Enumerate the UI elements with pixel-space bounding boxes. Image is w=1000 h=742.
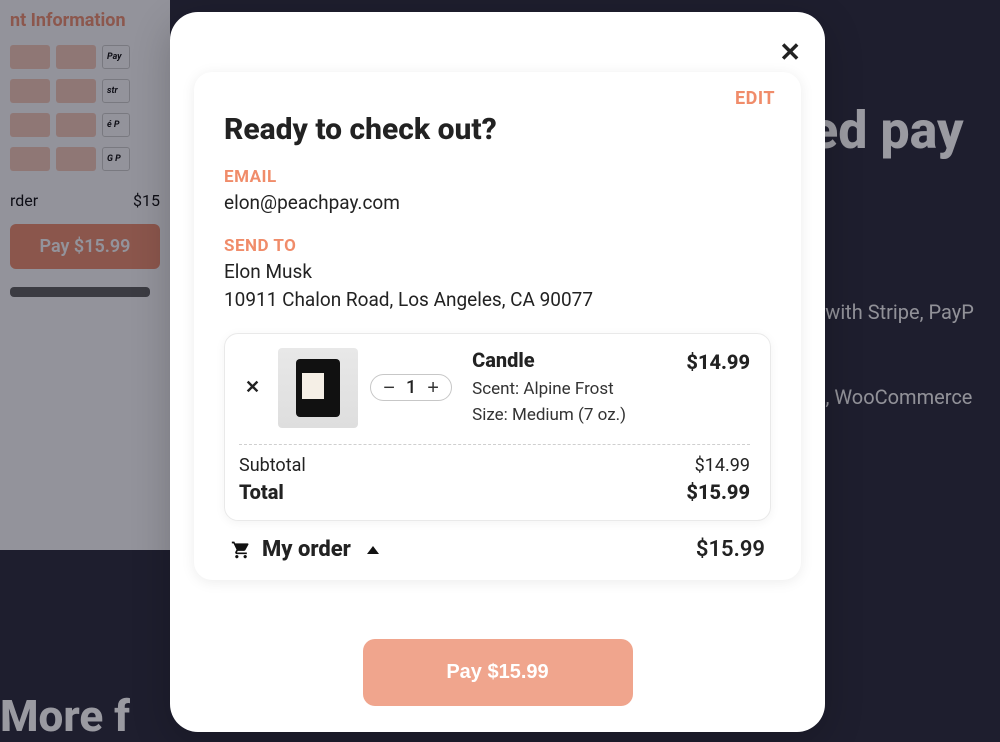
item-scent: Scent: Alpine Frost bbox=[472, 376, 674, 402]
divider bbox=[239, 444, 750, 445]
total-label: Total bbox=[239, 480, 284, 504]
subtotal-value: $14.99 bbox=[695, 455, 750, 476]
close-icon[interactable]: ✕ bbox=[779, 40, 801, 66]
remove-item-icon[interactable]: ✕ bbox=[239, 371, 266, 404]
subtotal-row: Subtotal $14.99 bbox=[239, 453, 750, 478]
line-item: ✕ − 1 + Candle Scent: Alpine Frost Size:… bbox=[239, 348, 750, 441]
total-row: Total $15.99 bbox=[239, 478, 750, 506]
order-toggle-label: My order bbox=[262, 537, 351, 562]
quantity-stepper: − 1 + bbox=[370, 374, 452, 401]
chevron-up-icon bbox=[367, 546, 379, 554]
checkout-modal: ✕ EDIT Ready to check out? EMAIL elon@pe… bbox=[170, 12, 825, 732]
subtotal-label: Subtotal bbox=[239, 455, 306, 476]
sendto-value: Elon Musk 10911 Chalon Road, Los Angeles… bbox=[224, 258, 771, 315]
qty-value: 1 bbox=[405, 377, 417, 398]
checkout-title: Ready to check out? bbox=[224, 112, 771, 147]
cart-icon bbox=[230, 540, 252, 560]
order-toggle-total: $15.99 bbox=[696, 537, 765, 562]
checkout-card: EDIT Ready to check out? EMAIL elon@peac… bbox=[194, 72, 801, 580]
email-value: elon@peachpay.com bbox=[224, 189, 771, 218]
sendto-address: 10911 Chalon Road, Los Angeles, CA 90077 bbox=[224, 286, 771, 315]
item-meta: Candle Scent: Alpine Frost Size: Medium … bbox=[464, 348, 674, 429]
item-thumbnail bbox=[278, 348, 358, 428]
pay-button[interactable]: Pay $15.99 bbox=[363, 639, 633, 706]
qty-plus-button[interactable]: + bbox=[423, 378, 443, 398]
qty-minus-button[interactable]: − bbox=[379, 378, 399, 398]
sendto-label: SEND TO bbox=[224, 236, 771, 256]
item-name: Candle bbox=[472, 348, 674, 372]
item-price: $14.99 bbox=[686, 350, 750, 374]
email-label: EMAIL bbox=[224, 167, 771, 187]
order-toggle[interactable]: My order $15.99 bbox=[224, 521, 771, 568]
order-card: ✕ − 1 + Candle Scent: Alpine Frost Size:… bbox=[224, 333, 771, 522]
item-size: Size: Medium (7 oz.) bbox=[472, 402, 674, 428]
total-value: $15.99 bbox=[686, 480, 750, 504]
sendto-name: Elon Musk bbox=[224, 258, 771, 287]
edit-button[interactable]: EDIT bbox=[735, 88, 775, 109]
